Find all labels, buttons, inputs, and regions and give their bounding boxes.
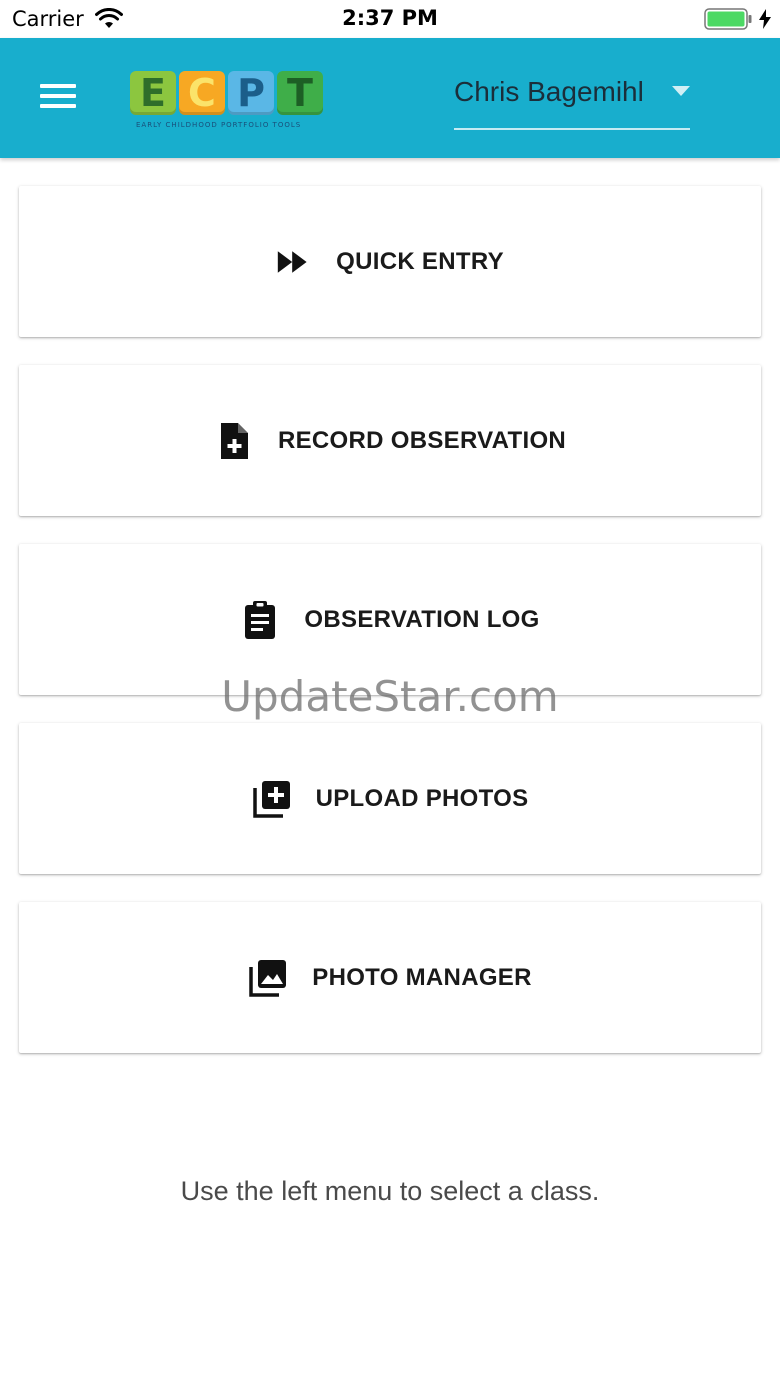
charging-bolt-icon: [759, 9, 771, 29]
action-list: QUICK ENTRY RECORD OBSERVATION OBSERVATI…: [19, 186, 761, 1081]
photo-library-icon: [249, 959, 287, 997]
user-select-value: Chris Bagemihl: [454, 76, 644, 107]
caret-down-icon: [672, 86, 690, 96]
logo-tile-e: E: [130, 71, 176, 115]
fast-forward-icon: [277, 250, 307, 273]
observation-log-label: OBSERVATION LOG: [304, 605, 540, 633]
add-to-library-icon: [252, 780, 290, 818]
user-select[interactable]: Chris Bagemihl: [454, 72, 690, 130]
status-bar: Carrier 2:37 PM: [0, 0, 780, 38]
select-class-hint: Use the left menu to select a class.: [180, 1176, 600, 1206]
clipboard-icon: [245, 600, 276, 639]
battery-icon: [704, 8, 752, 30]
record-observation-label: RECORD OBSERVATION: [277, 426, 567, 454]
clock: 2:37 PM: [342, 6, 438, 30]
record-observation-button[interactable]: RECORD OBSERVATION: [19, 365, 761, 516]
watermark: UpdateStar.com: [221, 672, 559, 721]
quick-entry-button[interactable]: QUICK ENTRY: [19, 186, 761, 337]
logo-tile-p: P: [228, 71, 274, 115]
ecpt-logo: E C P T EARLY CHILDHOOD PORTFOLIO TOOLS: [130, 71, 326, 135]
logo-tagline: EARLY CHILDHOOD PORTFOLIO TOOLS: [136, 121, 302, 129]
photo-manager-label: PHOTO MANAGER: [312, 963, 532, 991]
app-bar: E C P T EARLY CHILDHOOD PORTFOLIO TOOLS …: [0, 38, 780, 158]
logo-tile-t: T: [277, 71, 323, 115]
quick-entry-label: QUICK ENTRY: [336, 247, 504, 275]
photo-manager-button[interactable]: PHOTO MANAGER: [19, 902, 761, 1053]
logo-tile-c: C: [179, 71, 225, 115]
upload-photos-label: UPLOAD PHOTOS: [315, 784, 529, 812]
upload-photos-button[interactable]: UPLOAD PHOTOS: [19, 723, 761, 874]
file-plus-icon: [220, 422, 248, 459]
hamburger-menu-icon[interactable]: [40, 84, 80, 112]
